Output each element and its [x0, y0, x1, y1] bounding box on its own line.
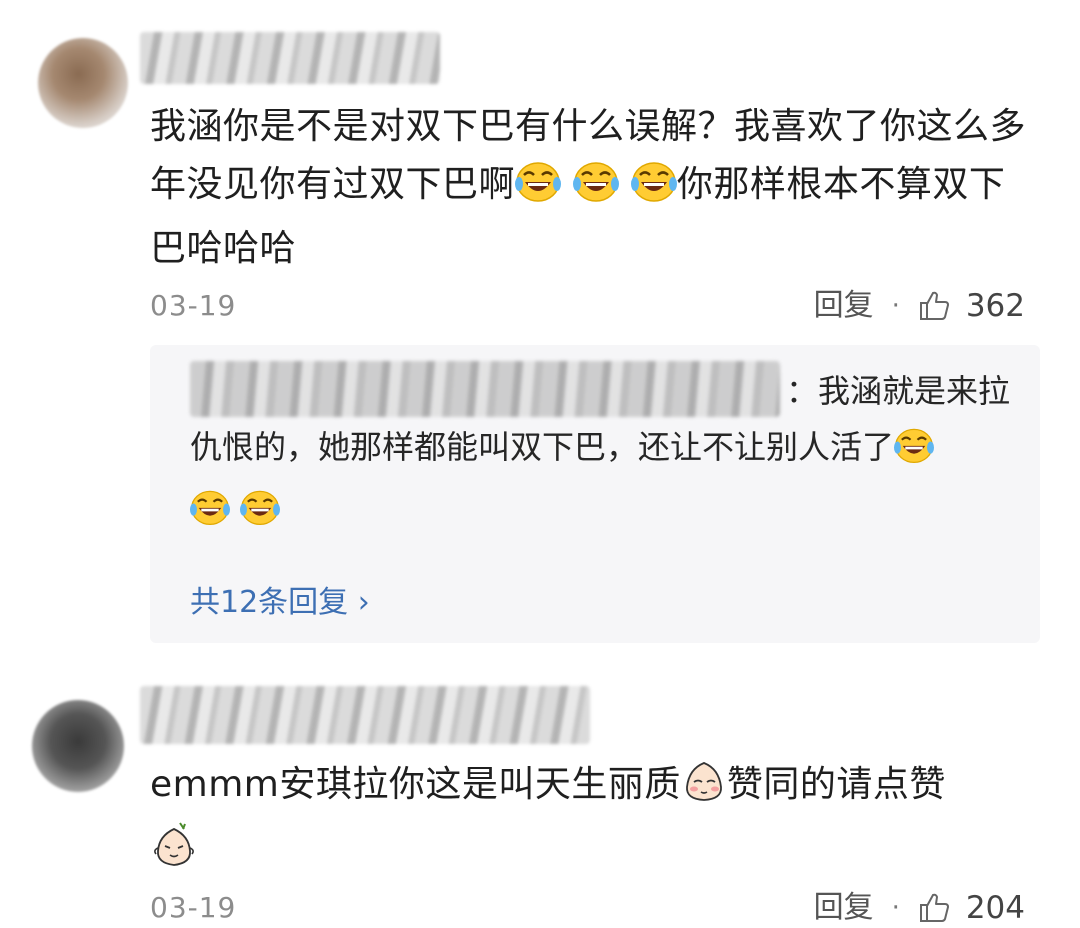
- comment-2: emmm安琪拉你这是叫天生丽质 赞同的请点赞 03-19 回复 · 204: [0, 660, 1080, 928]
- avatar[interactable]: [32, 700, 124, 792]
- laughing-crying-face-icon: [190, 487, 230, 543]
- laughing-crying-face-icon: [894, 425, 935, 481]
- reply-preview-box[interactable]: ：我涵就是来拉仇恨的，她那样都能叫双下巴，还让不让别人活了 共12条回复 ›: [150, 345, 1040, 643]
- comment-meta: 03-19 回复 · 362: [150, 286, 1025, 326]
- laughing-crying-face-icon: [572, 160, 619, 220]
- separator-dot: ·: [891, 893, 900, 923]
- view-all-replies-link[interactable]: 共12条回复 ›: [190, 581, 370, 625]
- like-count: 204: [965, 890, 1025, 926]
- username-blurred[interactable]: [140, 686, 590, 744]
- separator-dot: ·: [891, 291, 900, 321]
- comment-date: 03-19: [150, 891, 237, 924]
- like-count: 362: [965, 288, 1025, 324]
- comment-text: 我涵你是不是对双下巴有什么误解？我喜欢了你这么多年没见你有过双下巴啊 你那样根本…: [150, 98, 1040, 278]
- reply-text-part-1: ：我涵就是来拉仇恨的，她那样都能叫双下巴，还让不让别人活了: [190, 372, 1011, 466]
- comment-text-part-2: 赞同的请点赞: [726, 764, 946, 805]
- shy-face-sticker-icon: [150, 820, 198, 886]
- comment-actions: 回复 · 204: [814, 888, 1025, 928]
- laughing-crying-face-icon: [240, 487, 281, 543]
- username-blurred[interactable]: [140, 32, 440, 84]
- comment-text: emmm安琪拉你这是叫天生丽质 赞同的请点赞: [150, 756, 1040, 886]
- comment-actions: 回复 · 362: [814, 286, 1025, 326]
- comment-meta: 03-19 回复 · 204: [150, 888, 1025, 928]
- thumbs-up-icon[interactable]: [918, 891, 952, 925]
- comment-text-part-1: emmm安琪拉你这是叫天生丽质: [150, 764, 681, 805]
- shy-face-sticker-icon: [681, 760, 727, 820]
- reply-preview-text: ：我涵就是来拉仇恨的，她那样都能叫双下巴，还让不让别人活了: [190, 363, 1010, 543]
- laughing-crying-face-icon: [630, 160, 677, 220]
- comment-1: 我涵你是不是对双下巴有什么误解？我喜欢了你这么多年没见你有过双下巴啊 你那样根本…: [0, 0, 1080, 340]
- reply-button[interactable]: 回复: [814, 286, 874, 326]
- laughing-crying-face-icon: [515, 160, 562, 220]
- comment-date: 03-19: [150, 289, 237, 322]
- reply-button[interactable]: 回复: [814, 888, 874, 928]
- avatar[interactable]: [38, 38, 128, 128]
- thumbs-up-icon[interactable]: [918, 289, 952, 323]
